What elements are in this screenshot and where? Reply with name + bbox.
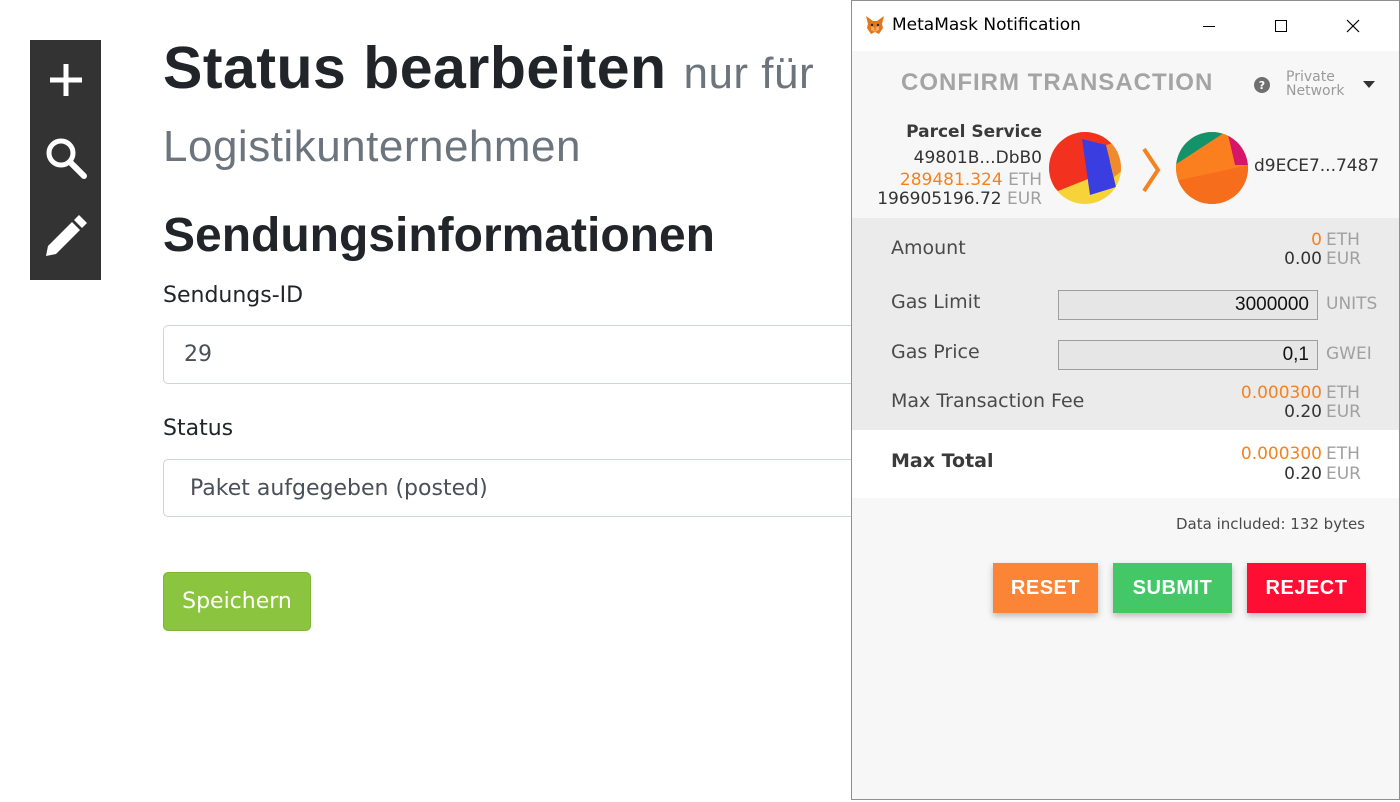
status-select[interactable]: Paket aufgegeben (posted) (163, 459, 923, 517)
sender-address: 49801B...DbB0 (913, 148, 1042, 168)
gas-price-input[interactable]: 0,1 (1058, 340, 1318, 370)
transaction-details: Amount 0 ETH 0.00 EUR Gas Limit 3000000 … (852, 218, 1399, 430)
submit-button[interactable]: SUBMIT (1113, 563, 1232, 613)
section-title: Sendungsinformationen (163, 209, 715, 262)
metamask-window: MetaMask Notification CONFIRM TRANSACTIO… (851, 0, 1400, 800)
page-title-text: Status bearbeiten (163, 35, 667, 101)
max-total-eur-unit: EUR (1326, 464, 1361, 484)
pencil-icon (45, 215, 87, 256)
sender-balance-eth-unit: ETH (1008, 170, 1042, 190)
recipient-address: d9ECE7...7487 (1254, 156, 1380, 176)
max-fee-eur-value: 0.20 (1284, 402, 1322, 422)
amount-eth-value: 0 (1311, 230, 1322, 250)
reject-button[interactable]: REJECT (1247, 563, 1366, 613)
amount-label: Amount (891, 237, 966, 259)
search-icon (46, 138, 87, 179)
metamask-fox-icon (866, 16, 884, 34)
gas-price-label: Gas Price (891, 341, 980, 363)
page-title: Status bearbeiten nur für Logistikuntern… (163, 30, 863, 182)
sender-balance-eth-value: 289481.324 (899, 170, 1003, 190)
reset-button[interactable]: RESET (993, 563, 1098, 613)
max-total-eth-unit: ETH (1326, 444, 1360, 464)
gas-limit-unit: UNITS (1326, 294, 1378, 314)
edit-button[interactable] (30, 196, 101, 276)
max-fee-label: Max Transaction Fee (891, 390, 1085, 412)
close-button[interactable] (1317, 1, 1389, 51)
amount-eth-unit: ETH (1326, 230, 1360, 250)
save-button[interactable]: Speichern (163, 572, 311, 631)
max-fee-eth-value: 0.000300 (1240, 383, 1322, 403)
max-fee-eur-unit: EUR (1326, 402, 1361, 422)
max-total-label: Max Total (891, 450, 994, 472)
search-button[interactable] (30, 118, 101, 198)
status-label: Status (163, 416, 234, 441)
side-toolbar (30, 40, 101, 280)
chevron-right-icon (1142, 147, 1161, 193)
sender-balance-eur-value: 196905196.72 (877, 189, 1002, 209)
maximize-button[interactable] (1245, 1, 1317, 51)
minimize-icon (1203, 26, 1215, 27)
sender-name: Parcel Service (906, 122, 1042, 142)
sender-balance-eth: 289481.324 ETH (900, 170, 1042, 190)
gas-price-unit: GWEI (1326, 344, 1372, 364)
network-line1: Private (1286, 69, 1335, 85)
page-subtitle: nur für (683, 49, 815, 98)
maximize-icon (1275, 20, 1287, 32)
max-total-eth-value: 0.000300 (1240, 444, 1322, 464)
page-subtitle-line2: Logistikunternehmen (163, 122, 581, 171)
max-total-section: Max Total 0.000300 ETH 0.20 EUR (852, 430, 1399, 498)
shipment-id-label: Sendungs-ID (163, 283, 304, 308)
close-icon (1346, 19, 1360, 33)
network-selector[interactable]: Private Network (1286, 70, 1344, 98)
gas-limit-input[interactable]: 3000000 (1058, 290, 1318, 320)
help-icon[interactable]: ? (1254, 77, 1270, 93)
shipment-id-input[interactable]: 29 (163, 325, 923, 384)
data-included-info: Data included: 132 bytes (1176, 515, 1365, 533)
caret-down-icon[interactable] (1363, 81, 1375, 88)
max-fee-eth-unit: ETH (1326, 383, 1360, 403)
recipient-avatar-icon (1176, 132, 1248, 204)
amount-eur-unit: EUR (1326, 249, 1361, 269)
metamask-titlebar: MetaMask Notification (852, 1, 1399, 51)
amount-eur-value: 0.00 (1284, 249, 1322, 269)
shipment-id-value: 29 (184, 342, 212, 367)
network-line2: Network (1286, 83, 1345, 99)
minimize-button[interactable] (1173, 1, 1245, 51)
status-select-value: Paket aufgegeben (posted) (190, 475, 488, 501)
sender-avatar-icon (1049, 132, 1121, 204)
max-total-eur-value: 0.20 (1284, 464, 1322, 484)
gas-limit-label: Gas Limit (891, 291, 981, 313)
plus-icon (49, 64, 82, 96)
add-button[interactable] (30, 40, 101, 120)
sender-balance-eur: 196905196.72 EUR (877, 189, 1042, 209)
metamask-window-title: MetaMask Notification (892, 15, 1081, 35)
confirm-transaction-heading: CONFIRM TRANSACTION (901, 69, 1214, 96)
sender-balance-eur-unit: EUR (1007, 189, 1042, 209)
